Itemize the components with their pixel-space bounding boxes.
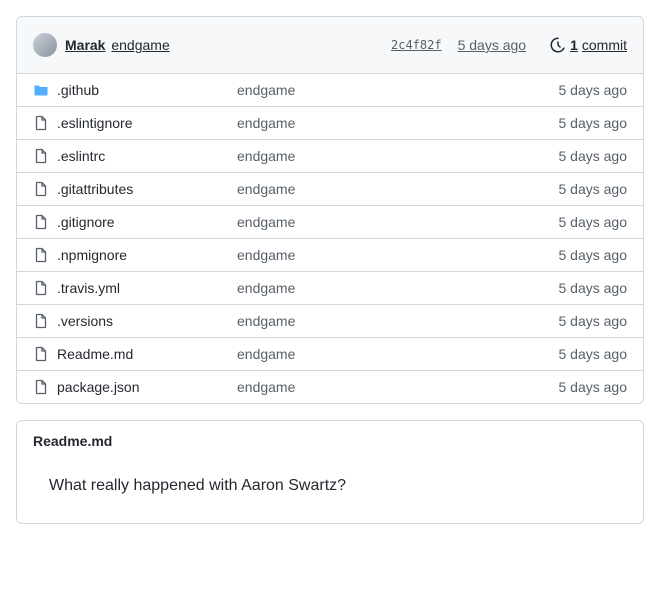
file-name-link[interactable]: .gitignore bbox=[57, 214, 115, 230]
file-age: 5 days ago bbox=[559, 181, 628, 197]
file-name-link[interactable]: .github bbox=[57, 82, 99, 98]
file-commit-message[interactable]: endgame bbox=[237, 82, 295, 98]
file-age: 5 days ago bbox=[559, 247, 628, 263]
file-name-link[interactable]: Readme.md bbox=[57, 346, 133, 362]
file-icon bbox=[33, 181, 57, 197]
file-commit-message[interactable]: endgame bbox=[237, 346, 295, 362]
file-age: 5 days ago bbox=[559, 280, 628, 296]
file-icon bbox=[33, 247, 57, 263]
folder-icon bbox=[33, 82, 57, 98]
file-row: package.json endgame 5 days ago bbox=[17, 370, 643, 403]
file-age: 5 days ago bbox=[559, 115, 628, 131]
file-commit-message[interactable]: endgame bbox=[237, 115, 295, 131]
file-name-link[interactable]: .eslintignore bbox=[57, 115, 133, 131]
file-commit-message[interactable]: endgame bbox=[237, 280, 295, 296]
latest-commit-header: Marak endgame 2c4f82f 5 days ago 1 commi… bbox=[17, 17, 643, 73]
avatar[interactable] bbox=[33, 33, 57, 57]
file-row: .eslintrc endgame 5 days ago bbox=[17, 139, 643, 172]
file-name-link[interactable]: .eslintrc bbox=[57, 148, 105, 164]
file-row: .npmignore endgame 5 days ago bbox=[17, 238, 643, 271]
file-row: .gitattributes endgame 5 days ago bbox=[17, 172, 643, 205]
file-icon bbox=[33, 280, 57, 296]
file-name-link[interactable]: .travis.yml bbox=[57, 280, 120, 296]
commit-count: 1 bbox=[570, 37, 578, 53]
readme-title[interactable]: Readme.md bbox=[17, 421, 643, 461]
file-icon bbox=[33, 214, 57, 230]
file-age: 5 days ago bbox=[559, 148, 628, 164]
file-age: 5 days ago bbox=[559, 346, 628, 362]
file-row: Readme.md endgame 5 days ago bbox=[17, 337, 643, 370]
file-icon bbox=[33, 115, 57, 131]
file-commit-message[interactable]: endgame bbox=[237, 214, 295, 230]
commits-link[interactable]: 1 commit bbox=[550, 37, 627, 53]
readme-box: Readme.md What really happened with Aaro… bbox=[16, 420, 644, 524]
commit-sha-link[interactable]: 2c4f82f bbox=[391, 38, 442, 52]
file-row: .github endgame 5 days ago bbox=[17, 73, 643, 106]
history-icon bbox=[550, 37, 566, 53]
file-row: .versions endgame 5 days ago bbox=[17, 304, 643, 337]
readme-body: What really happened with Aaron Swartz? bbox=[17, 461, 643, 523]
file-commit-message[interactable]: endgame bbox=[237, 247, 295, 263]
file-icon bbox=[33, 379, 57, 395]
file-age: 5 days ago bbox=[559, 313, 628, 329]
commit-time-ago[interactable]: 5 days ago bbox=[458, 37, 527, 53]
file-row: .gitignore endgame 5 days ago bbox=[17, 205, 643, 238]
file-row: .eslintignore endgame 5 days ago bbox=[17, 106, 643, 139]
file-row: .travis.yml endgame 5 days ago bbox=[17, 271, 643, 304]
file-name-link[interactable]: .gitattributes bbox=[57, 181, 133, 197]
commit-message-link[interactable]: endgame bbox=[111, 37, 169, 53]
file-name-link[interactable]: .npmignore bbox=[57, 247, 127, 263]
file-icon bbox=[33, 148, 57, 164]
file-name-link[interactable]: .versions bbox=[57, 313, 113, 329]
file-commit-message[interactable]: endgame bbox=[237, 181, 295, 197]
commit-word: commit bbox=[582, 37, 627, 53]
file-age: 5 days ago bbox=[559, 82, 628, 98]
file-age: 5 days ago bbox=[559, 214, 628, 230]
file-age: 5 days ago bbox=[559, 379, 628, 395]
file-commit-message[interactable]: endgame bbox=[237, 148, 295, 164]
file-commit-message[interactable]: endgame bbox=[237, 313, 295, 329]
file-commit-message[interactable]: endgame bbox=[237, 379, 295, 395]
file-list-box: Marak endgame 2c4f82f 5 days ago 1 commi… bbox=[16, 16, 644, 404]
file-name-link[interactable]: package.json bbox=[57, 379, 140, 395]
file-icon bbox=[33, 313, 57, 329]
author-link[interactable]: Marak bbox=[65, 37, 105, 53]
file-icon bbox=[33, 346, 57, 362]
